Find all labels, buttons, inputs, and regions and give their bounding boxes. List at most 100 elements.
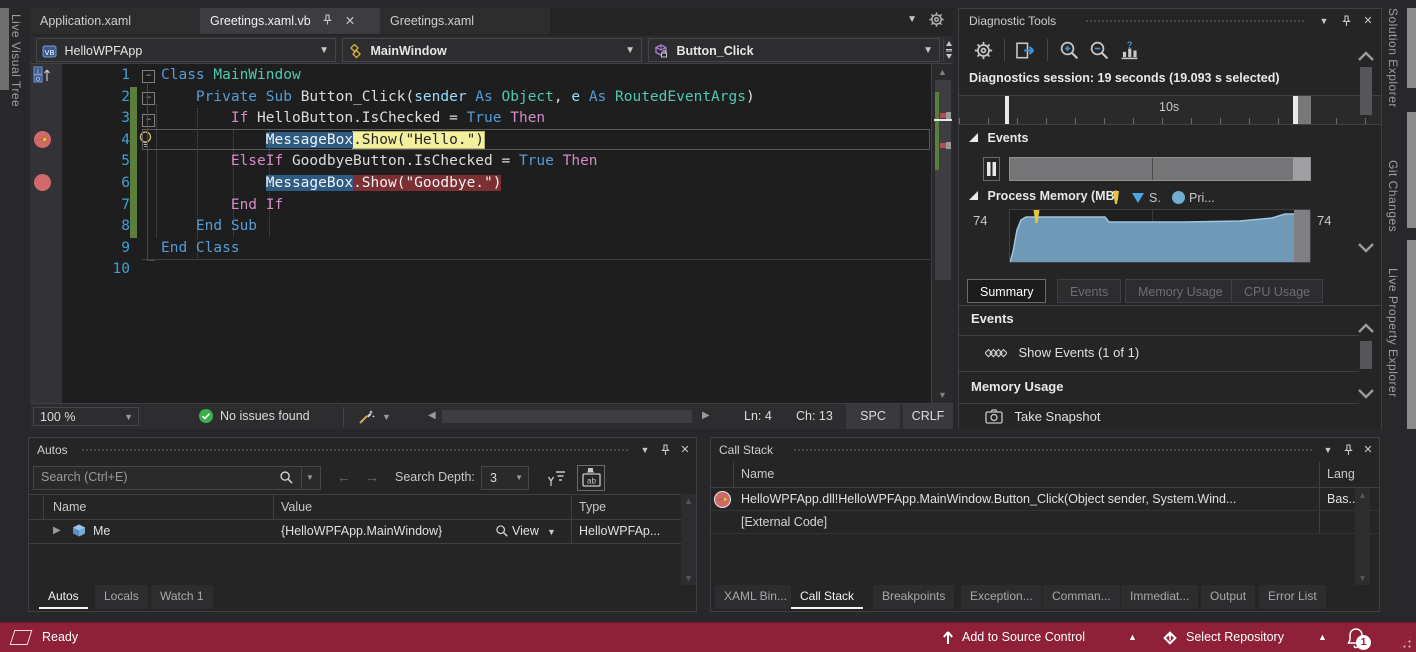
close-icon[interactable]: ✕ [676,441,694,459]
notification-badge[interactable]: 1 [1356,635,1371,650]
selection-start-marker[interactable] [1005,96,1009,124]
fold-collapse-box[interactable]: − [142,114,155,127]
autos-scrollbar[interactable]: ▲ ▼ [681,494,696,585]
hscroll-right-arrow[interactable]: ▶ [702,410,710,421]
tab-live-property-explorer[interactable]: Live Property Explorer [1386,268,1400,398]
zoom-dropdown[interactable]: 100 % ▼ [33,407,139,426]
close-icon[interactable]: ✕ [345,14,355,28]
select-repository-button[interactable]: Select Repository [1186,630,1284,644]
search-forward-arrow-icon[interactable]: → [365,469,379,485]
close-icon[interactable]: ✕ [1359,441,1377,459]
column-indicator[interactable]: Ch: 13 [796,409,833,423]
events-track-thumb[interactable] [1293,158,1310,180]
take-snapshot-row[interactable]: Take Snapshot [985,409,1101,424]
member-dropdown[interactable]: Button_Click ▼ [648,38,940,62]
call-stack-titlebar[interactable]: Call Stack ▼ ✕ [711,438,1379,462]
issues-status[interactable]: No issues found [220,409,310,423]
tab-solution-explorer[interactable]: Solution Explorer [1386,8,1400,108]
tab-watch-1[interactable]: Watch 1 [151,585,213,609]
zoom-in-icon[interactable] [1059,40,1080,61]
column-header-type[interactable]: Type [579,500,606,514]
search-input[interactable]: Search (Ctrl+E) ▼ [33,466,321,490]
editor-options-gear-icon[interactable] [928,11,945,28]
chevron-down-icon[interactable]: ▼ [382,412,391,422]
summary-scroll-up-icon[interactable] [1357,321,1375,335]
health-check-icon[interactable] [198,408,214,424]
chart-position-bar[interactable] [1294,210,1310,262]
close-icon[interactable]: ✕ [1359,12,1377,30]
tab-memory-usage[interactable]: Memory Usage [1125,279,1236,303]
column-divider[interactable] [1319,462,1320,487]
column-header-lang[interactable]: Lang [1327,467,1355,481]
breakpoint-icon[interactable] [34,174,51,191]
export-icon[interactable] [1015,40,1036,61]
chevron-down-icon[interactable]: ▼ [547,527,556,537]
zoom-out-icon[interactable] [1089,40,1110,61]
summary-scroll-down-icon[interactable] [1357,387,1375,401]
tab-exception-settings[interactable]: Exception... [961,585,1042,609]
search-depth-dropdown[interactable]: 3 ▼ [481,466,529,490]
tab-git-changes[interactable]: Git Changes [1386,160,1400,232]
editor-vertical-scrollbar[interactable]: ▲ ▼ [931,64,953,403]
project-dropdown[interactable]: VB HelloWPFApp ▼ [36,38,336,62]
code-editor[interactable]: IO 1 2 3 4 5 6 7 8 9 10 − − − [30,64,953,403]
code-cleanup-icon[interactable] [356,407,376,427]
filter-columns-icon[interactable] [547,468,567,488]
tab-locals[interactable]: Locals [95,585,148,609]
chevron-up-icon[interactable]: ▲ [1128,632,1137,642]
memory-chart[interactable] [1009,209,1311,263]
chevron-down-icon[interactable]: ▼ [1319,441,1337,459]
stack-frame-row[interactable]: HelloWPFApp.dll!HelloWPFApp.MainWindow.B… [711,488,1379,511]
spaces-indicator[interactable]: SPC [846,404,900,429]
summary-scrollbar-thumb[interactable] [1360,341,1372,369]
memory-section-header[interactable]: Process Memory (MB) [969,189,1119,203]
column-divider[interactable] [273,495,274,519]
fold-collapse-box[interactable]: − [142,70,155,83]
panel-scroll-down-icon[interactable] [1357,241,1375,255]
autos-titlebar[interactable]: Autos ▼ ✕ [29,438,696,462]
chevron-down-icon[interactable]: ▼ [1315,12,1333,30]
show-events-row[interactable]: Show Events (1 of 1) [985,345,1139,360]
view-link[interactable]: View [512,524,539,538]
scroll-down-arrow-icon[interactable]: ▼ [1358,573,1367,583]
add-to-source-control-button[interactable]: Add to Source Control [962,630,1085,644]
table-row[interactable]: ▶ Me {HelloWPFApp.MainWindow} View ▼ Hel… [29,520,696,544]
diagnostic-tools-titlebar[interactable]: Diagnostic Tools ▼ ✕ [959,9,1381,33]
panel-scroll-up-icon[interactable] [1357,49,1375,63]
format-specifier-toggle[interactable]: ab [577,465,605,491]
panel-scrollbar-thumb[interactable] [1360,67,1372,115]
view-magnifier-icon[interactable] [495,524,509,538]
fold-collapse-box[interactable]: − [142,92,155,105]
column-divider[interactable] [571,495,572,519]
tab-greetings-xaml[interactable]: Greetings.xaml [380,8,550,34]
tab-breakpoints[interactable]: Breakpoints [873,585,954,609]
hscroll-thumb[interactable] [442,410,692,423]
background-tasks-icon[interactable] [10,630,33,645]
hscroll-left-arrow[interactable]: ◀ [428,410,436,421]
column-header-value[interactable]: Value [281,500,312,514]
tab-call-stack[interactable]: Call Stack [791,585,863,609]
tab-summary[interactable]: Summary [967,279,1046,303]
column-header-name[interactable]: Name [53,500,86,514]
search-back-arrow-icon[interactable]: ← [337,469,351,485]
chevron-up-icon[interactable]: ▲ [1318,632,1327,642]
tab-output[interactable]: Output [1201,585,1255,609]
tab-immediate-window[interactable]: Immediat... [1121,585,1198,609]
tab-xaml-binding-failures[interactable]: XAML Bin... [715,585,796,609]
tab-command-window[interactable]: Comman... [1043,585,1120,609]
events-section-header[interactable]: Events [969,131,1028,145]
search-dropdown-chevron[interactable]: ▼ [301,467,318,489]
scroll-down-arrow-icon[interactable]: ▼ [938,390,947,400]
reset-view-chart-icon[interactable]: ? [1119,40,1140,61]
class-dropdown[interactable]: MainWindow ▼ [342,38,642,62]
tab-live-visual-tree[interactable]: Live Visual Tree [9,14,23,107]
tab-autos[interactable]: Autos [39,585,88,609]
search-icon[interactable] [279,470,294,485]
row-expander-icon[interactable]: ▶ [53,525,61,536]
column-divider[interactable] [43,495,44,519]
callstack-scrollbar[interactable]: ▲ ▼ [1355,488,1370,585]
tab-application-xaml[interactable]: Application.xaml [30,8,218,34]
tab-error-list[interactable]: Error List [1259,585,1326,609]
pin-icon[interactable] [1339,441,1357,459]
column-header-name[interactable]: Name [741,467,774,481]
